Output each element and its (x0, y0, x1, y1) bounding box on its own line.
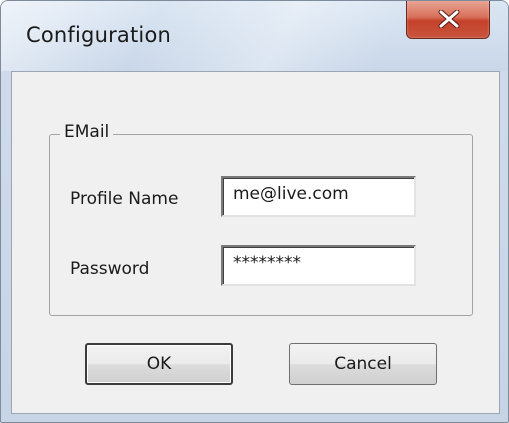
dialog-client-area: EMail Profile Name me@live.com Password … (11, 71, 500, 414)
email-groupbox: EMail (49, 122, 473, 316)
cancel-button[interactable]: Cancel (289, 343, 437, 385)
ok-button[interactable]: OK (85, 343, 233, 385)
profile-name-label: Profile Name (70, 189, 179, 209)
close-icon (438, 10, 460, 28)
dialog-title: Configuration (26, 23, 172, 47)
password-label: Password (70, 259, 150, 279)
configuration-dialog: Configuration EMail Profile Name me@live… (0, 0, 509, 423)
profile-name-input[interactable]: me@live.com (221, 176, 416, 217)
title-bar[interactable]: Configuration (1, 1, 508, 71)
email-group-legend: EMail (60, 122, 114, 142)
password-input[interactable]: ******** (221, 245, 416, 286)
close-button[interactable] (406, 1, 490, 39)
